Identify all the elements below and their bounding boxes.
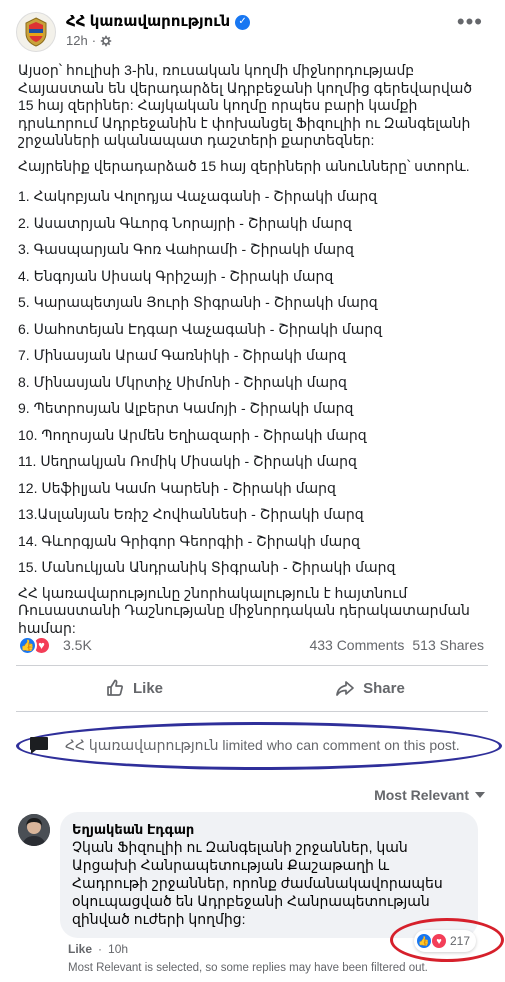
list-item: 13.Ասլանյան Եռիշ Հովհաննեսի - Շիրակի մար…: [18, 506, 364, 522]
share-button[interactable]: Share: [252, 670, 488, 706]
comment-time[interactable]: 10h: [108, 942, 128, 956]
love-reaction-icon: ♥: [431, 933, 447, 949]
comment-like-link[interactable]: Like: [68, 942, 92, 956]
list-item: 15. Մանուկյան Անդրանիկ Տիգրանի - Շիրակի …: [18, 559, 396, 575]
page-name-text[interactable]: ՀՀ կառավարություն: [66, 13, 230, 31]
like-reaction-icon: 👍: [416, 933, 432, 949]
comment-meta: Like · 10h: [68, 942, 128, 956]
like-button-label: Like: [132, 679, 163, 697]
page-avatar[interactable]: [16, 12, 56, 52]
post-paragraph-list-intro: Հայրենիք վերադարձած 15 հայ զերիների անու…: [18, 157, 470, 174]
list-item: 11. Սեղրակյան Ռոմիկ Միսակի - Շիրակի մարզ: [18, 453, 357, 469]
names-list: 1. Հակոբյան Վոլոդյա Վաչագանի - Շիրակի մա…: [18, 183, 490, 581]
chevron-down-icon: [475, 792, 485, 798]
comment-reactions[interactable]: 👍 ♥ 217: [414, 930, 477, 952]
comment-bubble: Եղյակեան Էդգար Չկան Ֆիզուլիի ու Զանգելան…: [60, 812, 478, 938]
comment-text: Չկան Ֆիզուլիի ու Զանգելանի շրջաններ, կան…: [72, 839, 443, 927]
more-options-icon[interactable]: •••: [457, 11, 483, 33]
reactions-bar: 👍 ♥ 3.5K 433 Comments 513 Shares: [18, 634, 488, 658]
post-body: Այսօր՝ հուլիսի 3-ին, ռուսական կողմի միջն…: [18, 62, 490, 645]
list-item: 4. Ենգոյան Սիսակ Գրիշայի - Շիրակի մարզ: [18, 267, 334, 284]
shares-count[interactable]: 513 Shares: [412, 637, 484, 653]
list-item: 12. Սեֆիլյան Կամո Կարենի - Շիրակի մարզ: [18, 479, 336, 496]
post-header: ՀՀ կառավարություն ✓ 12h · •••: [0, 0, 505, 52]
post-paragraph-closing: ՀՀ կառավարությունը շնորհակալություն է հա…: [18, 584, 470, 636]
post-paragraph-intro: Այսօր՝ հուլիսի 3-ին, ռուսական կողմի միջն…: [18, 62, 473, 148]
post-actions: Like Share: [16, 670, 488, 706]
post-meta: 12h ·: [66, 33, 112, 48]
coat-of-arms-icon: [25, 17, 47, 47]
page-name[interactable]: ՀՀ կառավարություն ✓: [66, 13, 251, 31]
post-time[interactable]: 12h: [66, 33, 88, 48]
divider: [16, 711, 488, 712]
list-item: 14. Գևորգյան Գրիգոր Գեորգիի - Շիրակի մար…: [18, 532, 361, 549]
avatar[interactable]: [18, 814, 50, 846]
share-button-label: Share: [363, 679, 405, 697]
comment-sort-dropdown[interactable]: Most Relevant: [374, 787, 485, 803]
like-reaction-icon: 👍: [18, 636, 37, 655]
comments-count[interactable]: 433 Comments: [309, 637, 404, 653]
user-avatar-icon: [18, 814, 50, 846]
limited-comments-notice: ՀՀ կառավարություն limited who can commen…: [16, 722, 502, 770]
divider: [16, 665, 488, 666]
list-item: 1. Հակոբյան Վոլոդյա Վաչագանի - Շիրակի մա…: [18, 188, 378, 204]
privacy-settings-icon[interactable]: [100, 35, 112, 47]
dot-separator: ·: [98, 942, 103, 956]
list-item: 7. Մինասյան Արամ Գառնիկի - Շիրակի մարզ: [18, 347, 347, 363]
thumbs-up-icon: [107, 679, 123, 696]
verified-badge-icon: ✓: [235, 14, 251, 30]
like-button[interactable]: Like: [16, 670, 252, 706]
list-item: 6. Սահոտեյան Էդգար Վաչագանի - Շիրակի մար…: [18, 320, 383, 337]
reaction-count[interactable]: 3.5K: [63, 637, 92, 653]
limited-comments-text: ՀՀ կառավարություն limited who can commen…: [65, 737, 460, 753]
comment-author[interactable]: Եղյակեան Էդգար: [72, 822, 466, 838]
reaction-icons[interactable]: 👍 ♥: [18, 636, 51, 655]
sort-label: Most Relevant: [374, 787, 469, 803]
comment-bubble-icon: [30, 737, 48, 754]
share-arrow-icon: [336, 681, 354, 696]
filter-note: Most Relevant is selected, so some repli…: [68, 962, 428, 974]
list-item: 8. Մինասյան Մկրտիչ Սիմոնի - Շիրակի մարզ: [18, 373, 347, 390]
list-item: 9. Պետրոսյան Ալբերտ Կամոյի - Շիրակի մարզ: [18, 400, 354, 416]
list-item: 3. Գասպարյան Գոռ Վաhրամի - Շիրակի մարզ: [18, 241, 354, 257]
list-item: 10. Պողոսյան Արմեն Եղիազարի - Շիրակի մար…: [18, 426, 367, 443]
list-item: 5. Կարապետյան Յուրի Տիգրանի - Շիրակի մար…: [18, 294, 378, 310]
dot-separator: ·: [91, 33, 97, 48]
list-item: 2. Ասատրյան Գևորգ Նորայրի - Շիրակի մարզ: [18, 214, 352, 231]
comment-reaction-count: 217: [450, 934, 471, 948]
post-stats: 433 Comments 513 Shares: [309, 637, 484, 653]
